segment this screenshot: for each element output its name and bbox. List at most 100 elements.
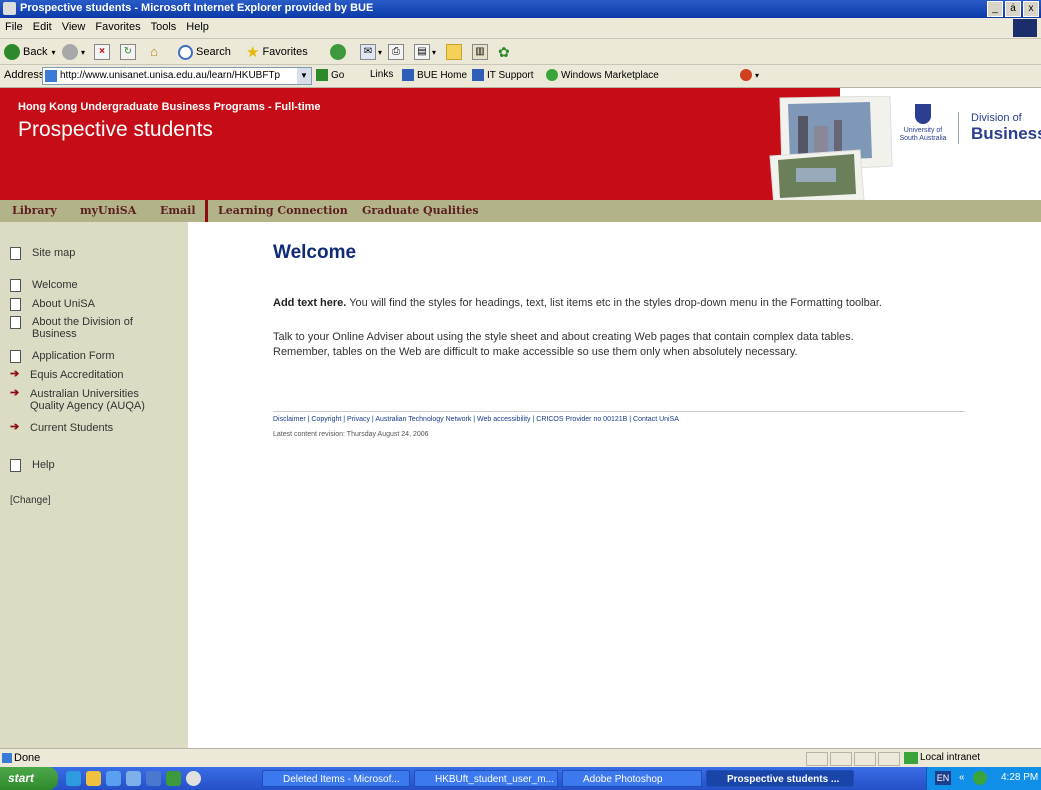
search-button[interactable]: Search [178,42,231,62]
folder-icon [446,44,462,60]
unisa-logo[interactable]: University of South Australia [898,104,948,154]
translate-button[interactable]: ▾ [740,69,759,81]
folder-button[interactable] [446,42,462,62]
back-dropdown-icon[interactable]: ▾ [51,48,55,57]
sidebar-item-application-form[interactable]: Application Form [10,350,115,363]
quicklaunch-desktop-icon[interactable] [126,771,141,786]
back-button[interactable]: Back ▾ [4,42,55,62]
address-input[interactable]: http://www.unisanet.unisa.edu.au/learn/H… [42,67,312,85]
forward-button[interactable]: ▾ [62,42,85,62]
sidebar-item-label: Welcome [32,279,78,291]
page-icon [45,70,57,82]
menu-help[interactable]: Help [181,18,214,33]
logo-line-2: South Australia [899,135,947,142]
menu-file[interactable]: File [0,18,28,33]
menu-view[interactable]: View [57,18,91,33]
arrow-page-icon: ➔ [10,387,20,399]
task-deleted-items[interactable]: Deleted Items - Microsof... [262,770,410,787]
menu-tools[interactable]: Tools [146,18,182,33]
arrow-page-icon: ➔ [10,368,20,380]
mail-dropdown-icon[interactable]: ▾ [378,48,382,57]
nav-learning-connection[interactable]: Learning Connection [218,204,348,217]
nav-library[interactable]: Library [12,204,57,217]
minimize-button[interactable]: _ [987,1,1003,17]
messenger-tray-icon[interactable] [973,771,987,785]
quicklaunch-media-icon[interactable] [186,771,201,786]
sidebar-item-welcome[interactable]: Welcome [10,279,78,292]
sidebar-item-label: About the Division of Business [32,316,133,340]
links-label[interactable]: Links [370,69,393,80]
task-photoshop[interactable]: Adobe Photoshop [562,770,702,787]
home-icon: ⌂ [150,44,158,59]
maximize-button[interactable]: ȧ [1005,1,1021,17]
window-title-bar: Prospective students - Microsoft Interne… [0,0,1041,18]
address-bar: Address http://www.unisanet.unisa.edu.au… [0,65,1041,88]
nav-email[interactable]: Email [160,204,196,217]
page-icon [10,350,21,363]
task-hkbuft-doc[interactable]: HKBUft_student_user_m... [414,770,558,787]
edit-dropdown-icon[interactable]: ▾ [432,48,436,57]
nav-graduate-qualities[interactable]: Graduate Qualities [362,204,479,217]
page-icon [10,298,21,311]
research-button[interactable]: ▥ [472,42,488,62]
quicklaunch-word-icon[interactable] [146,771,161,786]
sidebar-item-about-unisa[interactable]: About UniSA [10,298,95,311]
sidebar-item-equis[interactable]: ➔ Equis Accreditation [10,368,124,382]
history-icon [330,44,346,60]
forward-dropdown-icon[interactable]: ▾ [81,48,85,57]
edit-button[interactable]: ▤ ▾ [414,42,436,62]
sidebar-item-current-students[interactable]: ➔ Current Students [10,422,113,435]
link-bue-home[interactable]: BUE Home [402,69,467,81]
mail-icon: ✉ [360,44,376,60]
quicklaunch-excel-icon[interactable] [166,771,181,786]
division-logo: Division of Business [958,112,1041,144]
close-button[interactable]: x [1023,1,1039,17]
standard-toolbar: Back ▾ ▾ × ↻ ⌂ Search ★ Favorites ✉ ▾ ⎙ … [0,39,1041,65]
logo-line-1: University of [903,127,943,134]
history-button[interactable] [330,42,349,62]
quicklaunch-folder-icon[interactable] [86,771,101,786]
favorites-button[interactable]: ★ Favorites [246,42,308,62]
status-text: Done [14,752,41,764]
sidebar-item-about-division[interactable]: About the Division of Business [10,316,150,340]
tray-expand-icon[interactable]: « [959,772,965,783]
sidebar-item-help[interactable]: Help [10,459,55,472]
language-indicator[interactable]: EN [935,771,951,785]
print-button[interactable]: ⎙ [388,42,404,62]
translate-dropdown-icon[interactable]: ▾ [755,71,759,80]
intro-bold: Add text here. [273,297,347,309]
stop-button[interactable]: × [94,42,110,62]
sidebar-item-auqa[interactable]: ➔ Australian Universities Quality Agency… [10,387,175,413]
quicklaunch-ie-icon[interactable] [66,771,81,786]
change-link[interactable]: [Change] [10,495,51,506]
refresh-button[interactable]: ↻ [120,42,136,62]
go-label: Go [331,69,345,81]
home-button[interactable]: ⌂ [146,42,162,62]
edit-icon: ▤ [414,44,430,60]
menu-favorites[interactable]: Favorites [90,18,145,33]
nav-myunisa[interactable]: myUniSA [80,204,136,217]
messenger-button[interactable]: ✿ [498,42,510,62]
address-url: http://www.unisanet.unisa.edu.au/learn/H… [60,70,281,81]
task-prospective-students[interactable]: Prospective students ... [706,770,854,787]
mail-button[interactable]: ✉ ▾ [360,42,382,62]
link-it-support[interactable]: IT Support [472,69,534,81]
address-dropdown-icon[interactable]: ▼ [297,68,311,84]
go-button[interactable]: Go [316,69,344,81]
link-windows-marketplace[interactable]: Windows Marketplace [546,69,659,81]
top-nav: Library myUniSA Email Learning Connectio… [0,200,1041,222]
favorites-star-icon: ★ [246,44,260,61]
print-icon: ⎙ [388,44,404,60]
link-it-support-label: IT Support [487,69,534,81]
security-zone[interactable]: Local intranet [920,752,980,763]
sidebar-item-site-map[interactable]: Site map [10,247,75,260]
menu-edit[interactable]: Edit [28,18,57,33]
page-icon [10,279,21,292]
status-pane [854,752,876,766]
footer-links[interactable]: Disclaimer | Copyright | Privacy | Austr… [273,416,679,423]
page-icon [10,459,21,472]
quicklaunch-ie2-icon[interactable] [106,771,121,786]
campus-photo-collage [769,96,893,206]
link-bue-home-label: BUE Home [417,69,468,81]
start-button[interactable]: start [0,767,58,790]
